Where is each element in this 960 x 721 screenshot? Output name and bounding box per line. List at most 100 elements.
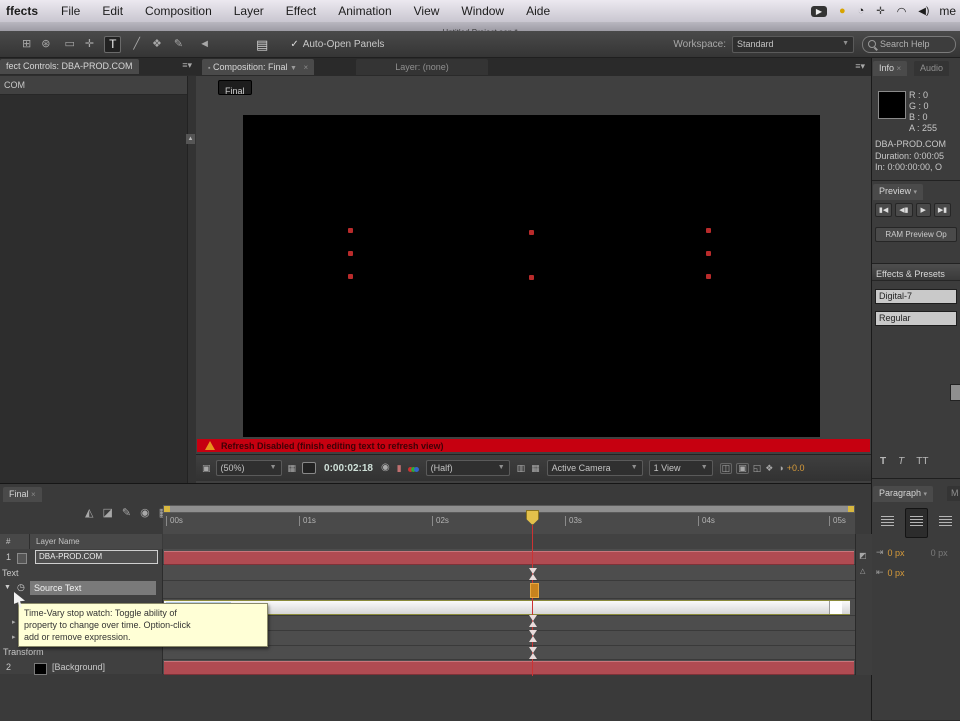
expression-field-endcap[interactable] [829, 601, 842, 614]
tab-audio[interactable]: Audio [914, 61, 950, 76]
menu-edit[interactable]: Edit [91, 4, 134, 18]
close-icon[interactable]: × [31, 490, 36, 499]
camera-select[interactable]: Active Camera ▼ [546, 460, 643, 476]
flowchart-icon[interactable]: ❖ [765, 463, 773, 473]
motion-blur-icon[interactable]: ✎ [122, 508, 131, 519]
align-right-button[interactable] [936, 510, 955, 536]
play-button[interactable]: ▶ [915, 203, 931, 217]
workspace-select[interactable]: Standard ▼ [732, 35, 854, 53]
safe-margins-icon[interactable]: ▦ [288, 463, 297, 473]
panel-menu-icon[interactable]: ≡▾ [182, 61, 192, 70]
close-icon[interactable]: × [304, 63, 309, 72]
home-tool-icon[interactable]: ⊞ [22, 38, 31, 50]
align-left-button[interactable] [878, 510, 897, 536]
tab-info[interactable]: Info × [873, 61, 908, 76]
auto-open-check-icon[interactable]: ✓ [290, 39, 298, 50]
fast-preview-icon[interactable]: ▣ [736, 462, 749, 474]
snapshot-icon[interactable]: ◉ [381, 463, 390, 473]
puppet-tool-icon[interactable]: ◄ [199, 38, 210, 50]
exposure-icon[interactable]: ◑ [778, 463, 783, 473]
column-header-number[interactable]: # [6, 537, 10, 546]
work-area-bar[interactable] [163, 505, 855, 513]
shape-tool-icon[interactable]: ▭ [64, 38, 74, 50]
work-area-end-handle[interactable] [848, 506, 854, 512]
tab-effect-controls[interactable]: fect Controls: DBA-PROD.COM [0, 59, 139, 74]
brush-tool-icon[interactable]: ❖ [152, 38, 162, 50]
composition-viewer[interactable] [243, 115, 820, 437]
text-tool-button[interactable]: T [104, 35, 122, 53]
group-text-label[interactable]: Text [2, 568, 19, 578]
pixel-aspect-icon[interactable]: ◫ [719, 462, 733, 474]
switches-toggle-icon[interactable]: ◩ [859, 552, 867, 560]
menubar-volume-icon[interactable]: ◀) [918, 6, 929, 17]
first-frame-button[interactable]: ▮◀ [875, 203, 893, 217]
layer1-duration-bar[interactable] [164, 551, 854, 565]
timeline-jump-icon[interactable]: ◱ [753, 463, 762, 473]
layer1-name-field[interactable]: DBA-PROD.COM [35, 550, 158, 564]
pan-tool-icon[interactable]: ✛ [85, 38, 94, 50]
tab-paragraph[interactable]: Paragraph ▾ [873, 486, 934, 502]
always-preview-icon[interactable]: ▣ [202, 463, 211, 473]
menu-effect[interactable]: Effect [275, 4, 327, 18]
comp-shy-icon[interactable]: ◭ [85, 508, 93, 519]
font-family-select[interactable]: Digital-7 [875, 289, 957, 304]
menubar-capture-icon[interactable]: ▶ [810, 5, 827, 17]
indent-right-dim-value[interactable]: 0 px [931, 548, 948, 558]
column-header-layer-name[interactable]: Layer Name [36, 537, 80, 546]
rotate-tool-icon[interactable]: ⊛ [41, 38, 50, 50]
active-keyframe-marker[interactable] [530, 583, 539, 598]
tab-layer-none[interactable]: Layer: (none) [356, 59, 488, 75]
faux-bold-button[interactable]: T [880, 456, 886, 467]
transparency-grid-icon[interactable]: ▦ [531, 463, 540, 473]
keyframe-icon[interactable] [529, 647, 538, 659]
work-area-start-handle[interactable] [164, 506, 170, 512]
eraser-tool-icon[interactable]: ✎ [174, 38, 183, 50]
layer2-number[interactable]: 2 [6, 662, 11, 672]
prev-frame-button[interactable]: ◀▮ [895, 203, 913, 217]
menu-aide[interactable]: Aide [515, 4, 561, 18]
layer2-duration-bar[interactable] [164, 661, 854, 675]
transform-group-label[interactable]: Transform [3, 647, 44, 657]
time-ruler[interactable]: 00s 01s 02s 03s 04s 05s [163, 513, 855, 535]
indent-first-value[interactable]: 0 px [888, 568, 905, 578]
show-channel-icon[interactable] [407, 459, 419, 477]
auto-open-label[interactable]: Auto-Open Panels [303, 39, 385, 50]
panels-icon[interactable]: ▤ [256, 38, 268, 51]
menu-view[interactable]: View [403, 4, 451, 18]
collapsed-triangle-icon[interactable]: ▸ [12, 618, 16, 626]
layer1-number[interactable]: 1 [6, 552, 11, 562]
menu-composition[interactable]: Composition [134, 4, 223, 18]
layer1-color-swatch[interactable] [17, 553, 27, 564]
align-center-button[interactable] [905, 508, 928, 538]
menubar-battery-icon[interactable]: ● [839, 5, 846, 17]
magnification-select[interactable]: (50%) ▼ [215, 460, 282, 476]
exposure-value[interactable]: +0.0 [787, 463, 805, 473]
menubar-keyboard-icon[interactable]: ✛ [876, 6, 884, 17]
tab-partial[interactable]: M [947, 486, 960, 501]
expand-triangle-icon[interactable]: ▼ [4, 584, 11, 591]
scroll-up-icon[interactable]: ▲ [186, 134, 195, 144]
composition-crumb-final[interactable]: Final [218, 80, 252, 96]
panel-menu-icon[interactable]: ≡▾ [855, 62, 865, 71]
tab-composition-final[interactable]: ▪ Composition: Final ▼ × [202, 59, 315, 75]
stopwatch-icon[interactable]: ◷ [17, 582, 25, 593]
timecode[interactable]: 0:00:02:18 [324, 463, 373, 474]
menu-file[interactable]: File [50, 4, 91, 18]
keyframe-icon[interactable] [529, 630, 538, 642]
search-help-input[interactable]: Search Help [862, 35, 956, 53]
brainstorm-icon[interactable]: ◉ [140, 508, 150, 519]
menubar-user-label[interactable]: me [939, 4, 960, 18]
view-layout-select[interactable]: 1 View ▼ [648, 460, 713, 476]
all-caps-button[interactable]: TT [916, 456, 928, 467]
menu-window[interactable]: Window [450, 4, 515, 18]
ram-preview-button[interactable]: RAM Preview Op [875, 227, 957, 242]
tab-preview[interactable]: Preview ▾ [873, 184, 924, 200]
scroll-up-icon[interactable]: △ [860, 568, 865, 575]
menubar-clock-icon[interactable]: ◔ [858, 5, 865, 17]
menu-layer[interactable]: Layer [223, 4, 275, 18]
close-icon[interactable]: × [897, 64, 902, 73]
keyframe-icon[interactable] [529, 568, 538, 580]
layer2-color-swatch[interactable] [34, 663, 47, 675]
frame-blend-icon[interactable]: ◪ [102, 508, 112, 519]
resolution-select[interactable]: (Half) ▼ [425, 460, 510, 476]
